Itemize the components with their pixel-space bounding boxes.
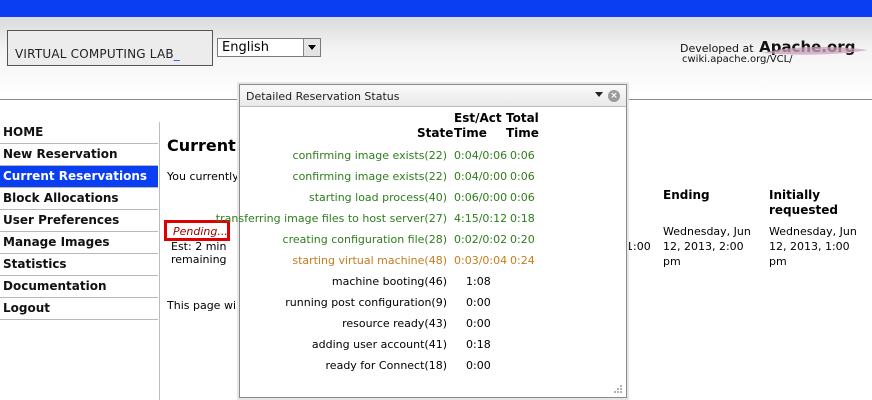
logo-cursor: _: [173, 47, 180, 61]
status-row-state: running post configuration(9): [285, 296, 447, 309]
intro-text: You currently h: [167, 170, 250, 183]
status-row-state: resource ready(43): [342, 317, 447, 330]
status-row-time: 0:06/0:00: [454, 191, 508, 204]
status-row-total: 0:06: [510, 149, 535, 162]
col-est-act-header: Est/Act Time: [454, 111, 502, 140]
status-row-state: ready for Connect(18): [325, 359, 447, 372]
status-row-state: creating configuration file(28): [282, 233, 447, 246]
ending-value: Wednesday, Jun 12, 2013, 2:00 pm: [663, 225, 751, 268]
status-row-time: 0:04/0:06: [454, 149, 508, 162]
initially-requested-value: Wednesday, Jun 12, 2013, 1:00 pm: [769, 225, 857, 268]
status-row-total: 0:20: [510, 233, 535, 246]
dialog-title: Detailed Reservation Status: [246, 90, 400, 103]
sidebar-nav: HOME New Reservation Current Reservation…: [0, 122, 158, 320]
status-row-time: 1:08: [466, 275, 491, 288]
status-row-state: starting virtual machine(48): [292, 254, 447, 267]
status-row-total: 0:18: [510, 212, 535, 225]
language-value: English: [222, 40, 269, 55]
resize-grip-icon[interactable]: [613, 384, 623, 394]
status-row-state: starting load process(40): [309, 191, 447, 204]
status-row-state: machine booting(46): [331, 275, 447, 288]
status-row-time: 0:00: [466, 317, 491, 330]
status-row-state: transferring image files to host server(…: [215, 212, 447, 225]
status-row-total: 0:06: [510, 170, 535, 183]
reservation-status-dialog: Detailed Reservation Status × State Est/…: [216, 84, 627, 398]
status-row-time: 4:15/0:12: [454, 212, 508, 225]
nav-manage-images[interactable]: Manage Images: [0, 232, 158, 254]
ending-header: Ending: [663, 188, 710, 202]
nav-logout[interactable]: Logout: [0, 298, 158, 320]
status-row-state: confirming image exists(22): [292, 170, 447, 183]
estimate-text: Est: 2 min remaining: [171, 240, 227, 266]
nav-documentation[interactable]: Documentation: [0, 276, 158, 298]
status-row-state: confirming image exists(22): [292, 149, 447, 162]
nav-new-reservation[interactable]: New Reservation: [0, 144, 158, 166]
col-total-header: Total Time: [506, 111, 539, 140]
logo-text: VIRTUAL COMPUTING LAB: [15, 47, 174, 61]
dialog-menu-icon[interactable]: [595, 92, 603, 97]
top-bar: [0, 0, 872, 17]
status-row-time: 0:00: [466, 296, 491, 309]
status-row-time: 0:04/0:00: [454, 170, 508, 183]
close-icon[interactable]: ×: [608, 90, 620, 102]
language-select[interactable]: English: [217, 38, 321, 57]
sidebar-divider: [159, 122, 160, 400]
status-row-time: 0:00: [466, 359, 491, 372]
nav-home[interactable]: HOME: [0, 122, 158, 144]
status-row-time: 0:02/0:02: [454, 233, 508, 246]
status-row-time: 0:18: [466, 338, 491, 351]
status-row-total: 0:24: [510, 254, 535, 267]
status-row-total: 0:06: [510, 191, 535, 204]
col-state-header: State: [417, 126, 454, 140]
apache-url-link[interactable]: cwiki.apache.org/VCL/: [682, 54, 793, 65]
language-dropdown-button[interactable]: [303, 39, 320, 56]
status-row-state: adding user account(41): [311, 338, 447, 351]
nav-statistics[interactable]: Statistics: [0, 254, 158, 276]
nav-current-reservations[interactable]: Current Reservations: [0, 166, 158, 188]
start-time-fragment: 1:00: [626, 240, 651, 253]
initially-requested-header: Initially requested: [769, 188, 838, 217]
pending-label: Pending...: [173, 225, 228, 238]
chevron-down-icon: [308, 45, 316, 50]
nav-block-allocations[interactable]: Block Allocations: [0, 188, 158, 210]
dialog-titlebar[interactable]: Detailed Reservation Status ×: [240, 85, 626, 107]
vcl-logo[interactable]: VIRTUAL COMPUTING LAB_: [7, 30, 213, 66]
status-row-time: 0:03/0:04: [454, 254, 508, 267]
nav-user-preferences[interactable]: User Preferences: [0, 210, 158, 232]
